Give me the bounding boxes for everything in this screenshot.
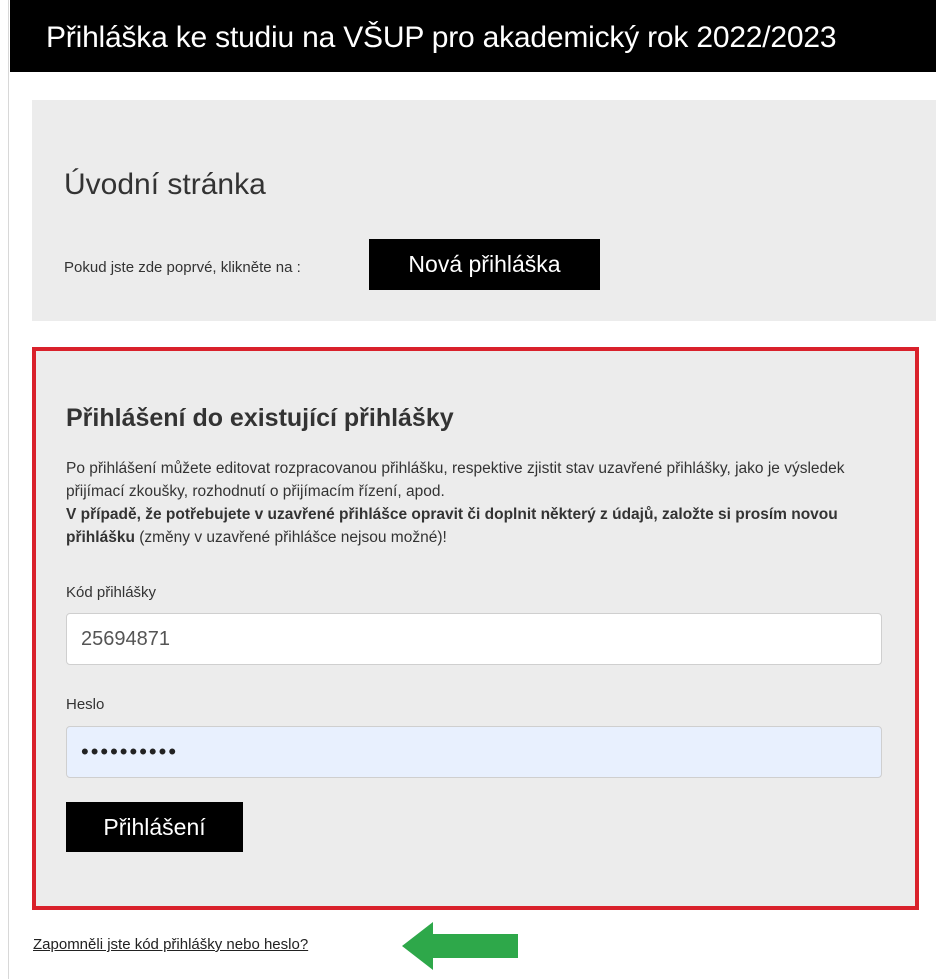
password-field-label: Heslo xyxy=(66,696,105,713)
login-panel: Přihlášení do existující přihlášky Po př… xyxy=(32,347,919,910)
login-warning-note: (změny v uzavřené přihlášce nejsou možné… xyxy=(134,529,447,546)
arrow-left-icon xyxy=(402,922,518,970)
login-description-text: Po přihlášení můžete editovat rozpracova… xyxy=(66,460,845,500)
code-field-label: Kód přihlášky xyxy=(66,584,157,601)
left-page-edge xyxy=(0,0,9,979)
page-title: Přihláška ke studiu na VŠUP pro akademic… xyxy=(46,21,837,54)
application-code-input[interactable] xyxy=(66,613,882,665)
header-bar: Přihláška ke studiu na VŠUP pro akademic… xyxy=(10,0,936,72)
password-input[interactable] xyxy=(66,726,882,778)
intro-heading: Úvodní stránka xyxy=(64,168,266,201)
intro-panel: Úvodní stránka Pokud jste zde poprvé, kl… xyxy=(32,100,936,321)
first-time-text: Pokud jste zde poprvé, klikněte na : xyxy=(64,259,301,276)
login-heading: Přihlášení do existující přihlášky xyxy=(66,404,454,432)
login-button[interactable]: Přihlášení xyxy=(66,802,243,852)
login-description: Po přihlášení můžete editovat rozpracova… xyxy=(66,457,856,549)
forgot-credentials-link[interactable]: Zapomněli jste kód přihlášky nebo heslo? xyxy=(33,935,308,955)
new-application-button[interactable]: Nová přihláška xyxy=(369,239,600,290)
